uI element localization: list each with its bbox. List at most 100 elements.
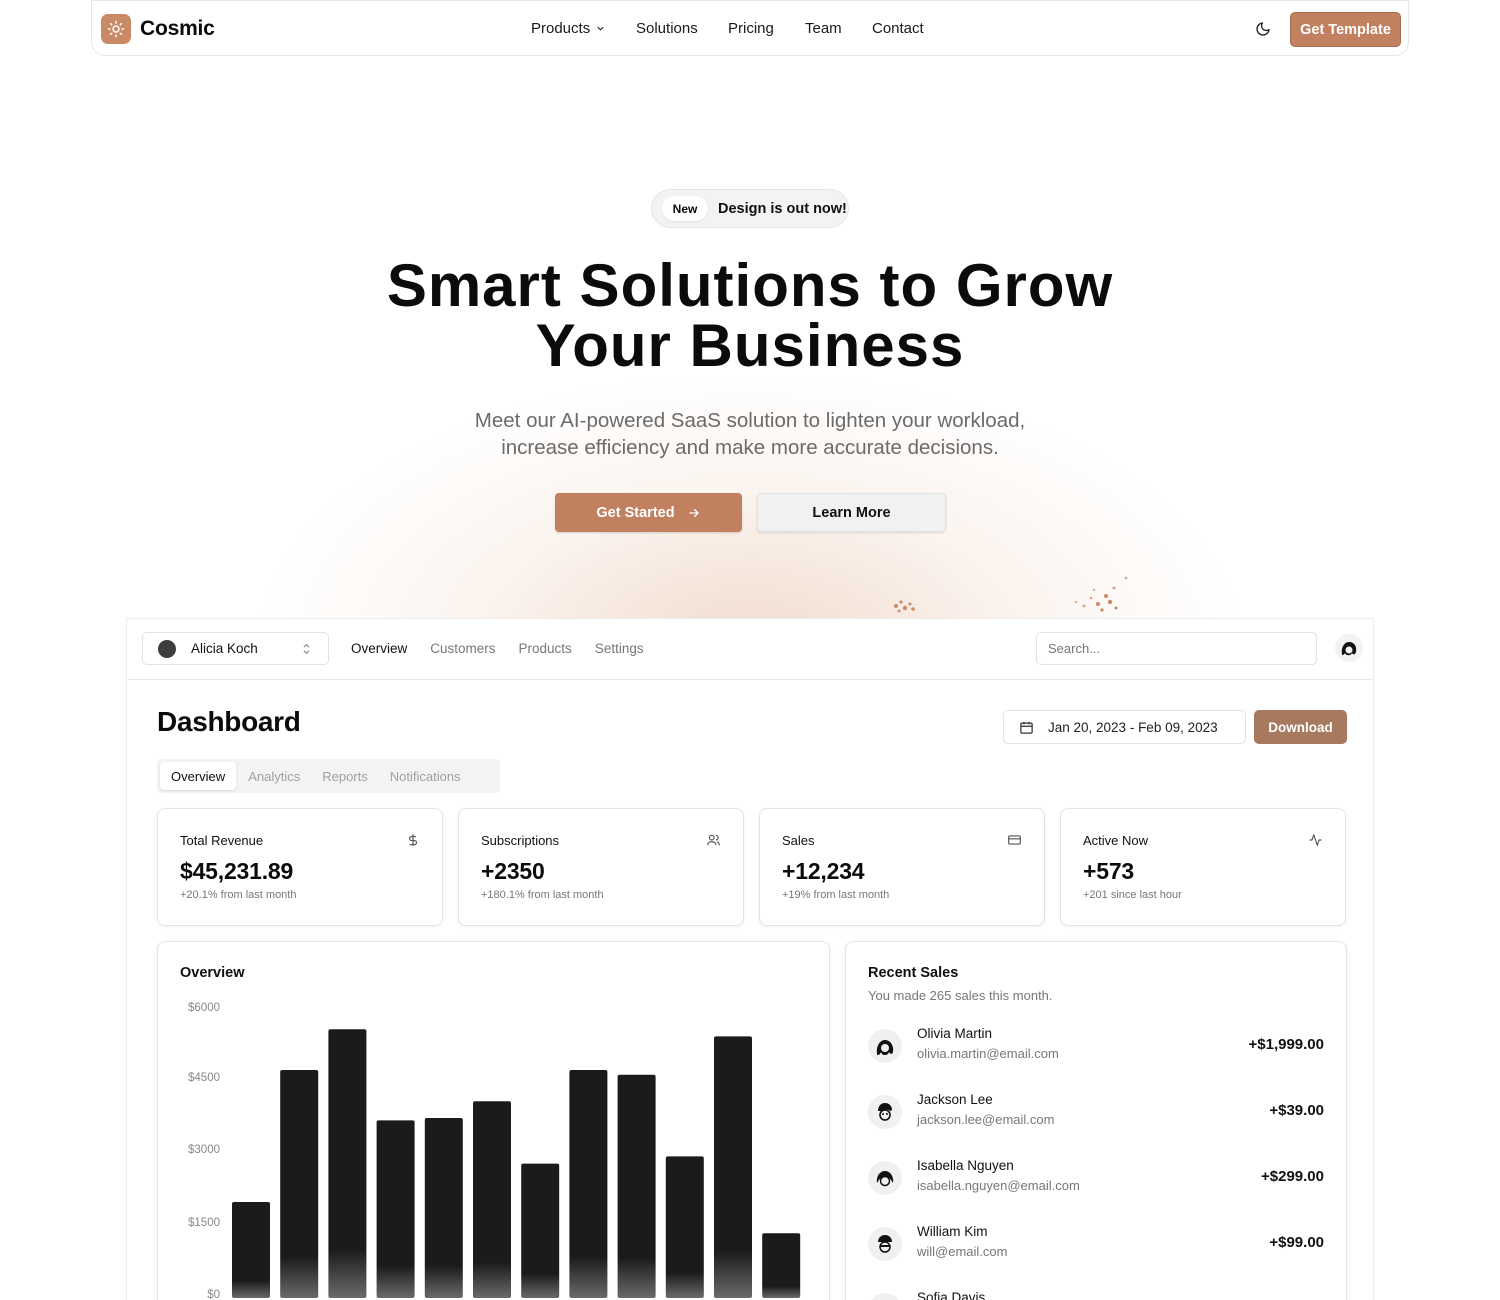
customer-name: Isabella Nguyen: [917, 1158, 1014, 1173]
announcement-badge[interactable]: New Design is out now!: [651, 189, 849, 228]
account-switcher[interactable]: Alicia Koch: [142, 632, 329, 665]
top-navbar: Cosmic Products Solutions Pricing Team C…: [91, 0, 1409, 56]
dashboard-preview: Alicia Koch Overview Customers Products …: [126, 618, 1374, 1300]
avatar: [868, 1293, 902, 1300]
badge-text: Design is out now!: [718, 200, 847, 217]
get-started-button[interactable]: Get Started: [555, 493, 742, 532]
hero-title: Smart Solutions to Grow Your Business: [300, 256, 1200, 376]
tab-products[interactable]: Products: [519, 641, 572, 656]
credit-card-icon: [1007, 833, 1022, 852]
avatar: [158, 639, 176, 658]
stat-note: +19% from last month: [782, 889, 890, 901]
learn-more-button[interactable]: Learn More: [757, 493, 946, 532]
page-title: Dashboard: [157, 706, 301, 737]
hero-subtitle: Meet our AI-powered SaaS solution to lig…: [400, 407, 1100, 461]
stat-card: Active Now +573 +201 since last hour: [1060, 808, 1346, 926]
badge-tag: New: [662, 196, 708, 221]
decorative-dots: [894, 600, 915, 613]
menu-item-contact[interactable]: Contact: [872, 20, 942, 37]
chart-bar: [762, 1233, 801, 1298]
download-button[interactable]: Download: [1254, 710, 1347, 744]
date-range-picker[interactable]: Jan 20, 2023 - Feb 09, 2023: [1003, 710, 1246, 744]
stat-note: +20.1% from last month: [180, 889, 297, 901]
subtabs: Overview Analytics Reports Notifications: [157, 759, 500, 793]
customer-name: William Kim: [917, 1224, 988, 1239]
stat-note: +180.1% from last month: [481, 889, 604, 901]
customer-email: olivia.martin@email.com: [917, 1046, 1059, 1061]
recent-sales-title: Recent Sales: [868, 965, 959, 981]
menu-item-solutions[interactable]: Solutions: [636, 20, 728, 37]
hero-subtitle-line: Meet our AI-powered SaaS solution to lig…: [474, 409, 1026, 432]
subtab-analytics[interactable]: Analytics: [248, 769, 300, 784]
chart-bar: [280, 1070, 319, 1298]
list-item[interactable]: Jackson Lee jackson.lee@email.com +$39.0…: [868, 1092, 1324, 1136]
brand[interactable]: Cosmic: [101, 14, 215, 44]
y-tick-label: $4500: [188, 1072, 220, 1084]
sale-amount: +$39.00: [1269, 1102, 1324, 1119]
moon-icon[interactable]: [1253, 19, 1273, 39]
customer-name: Olivia Martin: [917, 1026, 993, 1041]
chart-bar: [376, 1120, 415, 1298]
customer-email: isabella.nguyen@email.com: [917, 1178, 1080, 1193]
stat-card: Subscriptions +2350 +180.1% from last mo…: [458, 808, 744, 926]
customer-email: jackson.lee@email.com: [917, 1112, 1055, 1127]
search-input[interactable]: [1036, 632, 1317, 665]
activity-icon: [1308, 833, 1323, 852]
user-avatar[interactable]: [1335, 634, 1363, 662]
list-item[interactable]: Sofia Davis: [868, 1290, 1324, 1300]
list-item[interactable]: Olivia Martin olivia.martin@email.com +$…: [868, 1026, 1324, 1070]
y-tick-label: $0: [207, 1289, 220, 1300]
avatar: [868, 1161, 902, 1195]
subtab-reports[interactable]: Reports: [322, 769, 368, 784]
y-tick-label: $3000: [188, 1144, 220, 1156]
get-template-button[interactable]: Get Template: [1290, 12, 1401, 47]
decorative-dots: [1074, 576, 1128, 612]
date-range-text: Jan 20, 2023 - Feb 09, 2023: [1048, 719, 1218, 735]
chart-bar: [569, 1070, 608, 1298]
dashboard-tabs: Overview Customers Products Settings: [351, 641, 644, 656]
menu-item-team[interactable]: Team: [805, 20, 872, 37]
stat-note: +201 since last hour: [1083, 889, 1182, 901]
button-label: Get Started: [596, 504, 675, 521]
sun-icon: [101, 14, 131, 44]
tab-overview[interactable]: Overview: [351, 641, 407, 656]
stat-label: Active Now: [1083, 833, 1149, 848]
stat-card: Sales +12,234 +19% from last month: [759, 808, 1045, 926]
list-item[interactable]: William Kim will@email.com +$99.00: [868, 1224, 1324, 1268]
dollar-icon: [406, 833, 420, 852]
chart-bar: [521, 1163, 560, 1298]
tab-settings[interactable]: Settings: [595, 641, 644, 656]
menu-item-pricing[interactable]: Pricing: [728, 20, 805, 37]
chart-bar: [232, 1202, 270, 1298]
arrow-right-icon: [688, 508, 699, 517]
stat-value: +573: [1083, 858, 1135, 884]
list-item[interactable]: Isabella Nguyen isabella.nguyen@email.co…: [868, 1158, 1324, 1202]
stat-value: $45,231.89: [180, 858, 294, 884]
sale-amount: +$99.00: [1269, 1234, 1324, 1251]
stat-card: Total Revenue $45,231.89 +20.1% from las…: [157, 808, 443, 926]
overview-panel: Overview $6000 $4500 $3000 $1500 $0: [157, 941, 830, 1300]
calendar-icon: [1020, 721, 1033, 734]
subtab-overview[interactable]: Overview: [160, 762, 237, 790]
chart-bar: [424, 1118, 463, 1298]
stat-label: Sales: [782, 833, 815, 848]
stat-label: Total Revenue: [180, 833, 264, 848]
users-icon: [706, 833, 721, 852]
brand-name: Cosmic: [140, 17, 215, 40]
chart-bar: [714, 1036, 752, 1298]
hero-subtitle-line: increase efficiency and make more accura…: [501, 436, 999, 459]
avatar: [868, 1227, 902, 1261]
sale-amount: +$299.00: [1261, 1168, 1324, 1185]
subtab-notifications[interactable]: Notifications: [390, 769, 461, 784]
menu-item-label: Products: [531, 20, 591, 37]
menu-item-products[interactable]: Products: [531, 20, 636, 37]
customer-email: will@email.com: [917, 1244, 1008, 1259]
chart-bar: [665, 1156, 704, 1298]
chart-bar: [473, 1101, 511, 1298]
recent-sales-subtitle: You made 265 sales this month.: [868, 988, 1053, 1003]
recent-sales-panel: Recent Sales You made 265 sales this mon…: [845, 941, 1347, 1300]
chevrons-up-down-icon: [303, 643, 310, 655]
hero-title-line: Your Business: [535, 312, 965, 379]
y-tick-label: $6000: [188, 1002, 220, 1014]
tab-customers[interactable]: Customers: [430, 641, 495, 656]
